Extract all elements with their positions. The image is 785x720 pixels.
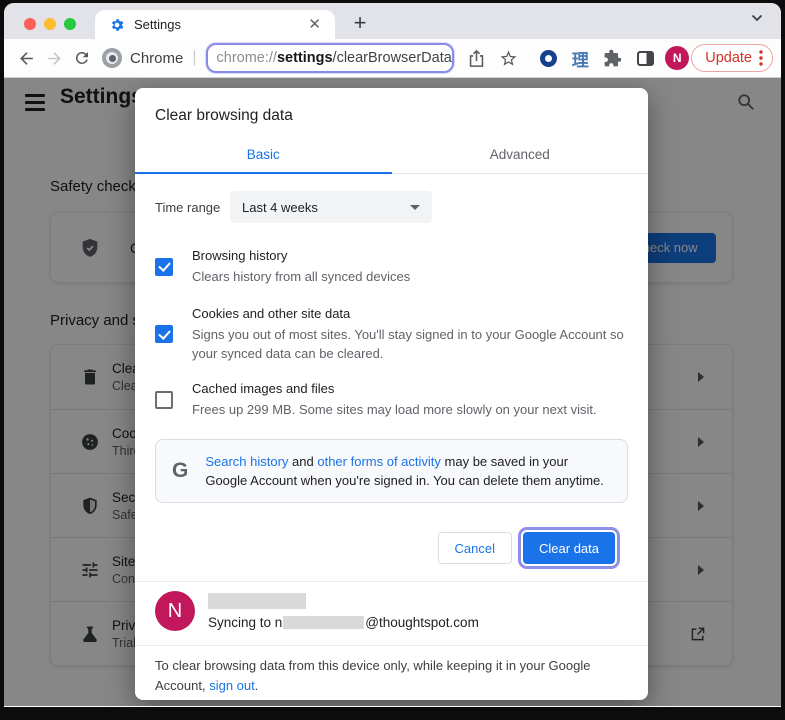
back-button[interactable] <box>12 44 40 72</box>
back-icon <box>17 49 36 68</box>
profile-avatar: N <box>665 46 689 70</box>
tab-title: Settings <box>134 17 304 32</box>
tab-strip: Settings ✕ + <box>4 3 781 39</box>
checkbox-description: Signs you out of most sites. You'll stay… <box>192 325 628 363</box>
tab-close-icon[interactable]: ✕ <box>304 15 325 34</box>
sync-suffix: @thoughtspot.com <box>365 615 479 630</box>
side-panel-button[interactable] <box>631 44 659 72</box>
extension-li-button[interactable]: 理 <box>566 44 594 72</box>
tab-advanced[interactable]: Advanced <box>392 138 649 173</box>
forward-button[interactable] <box>40 44 68 72</box>
cancel-button[interactable]: Cancel <box>438 532 512 564</box>
origin-chip: Chrome | <box>102 48 204 68</box>
star-icon <box>499 49 518 68</box>
tab-search-chevron-icon[interactable] <box>751 14 763 22</box>
row-cached-images: Cached images and files Frees up 299 MB.… <box>155 380 628 419</box>
address-bar[interactable]: chrome://settings/clearBrowserData <box>206 43 455 73</box>
row-cookies-data: Cookies and other site data Signs you ou… <box>155 305 628 363</box>
share-icon <box>468 49 485 68</box>
account-avatar: N <box>155 591 195 631</box>
page-content: Settings Safety check Chrome can check y… <box>4 78 781 706</box>
search-history-link[interactable]: Search history <box>205 454 288 469</box>
row-browsing-history: Browsing history Clears history from all… <box>155 247 628 286</box>
dialog-footer-text: To clear browsing data from this device … <box>135 646 648 696</box>
sign-out-link[interactable]: sign out <box>209 678 255 693</box>
tab-basic[interactable]: Basic <box>135 138 392 173</box>
close-window-button[interactable] <box>24 18 36 30</box>
chrome-logo-icon <box>102 48 122 68</box>
sync-prefix: Syncing to n <box>208 615 282 630</box>
zoom-window-button[interactable] <box>64 18 76 30</box>
time-range-select[interactable]: Last 4 weeks <box>230 191 432 223</box>
other-activity-link[interactable]: other forms of activity <box>317 454 441 469</box>
extensions-button[interactable] <box>598 44 626 72</box>
kebab-menu-icon <box>759 50 763 66</box>
new-tab-button[interactable]: + <box>346 9 374 37</box>
puzzle-icon <box>603 49 622 68</box>
time-range-value: Last 4 weeks <box>242 200 318 215</box>
toolbar: Chrome | chrome://settings/clearBrowserD… <box>4 39 781 78</box>
tab-settings[interactable]: Settings ✕ <box>95 10 335 39</box>
url-host: settings <box>277 50 333 66</box>
li-character-extension-icon: 理 <box>572 46 589 71</box>
browsing-history-checkbox[interactable] <box>155 258 173 276</box>
origin-label: Chrome <box>130 50 183 67</box>
url-path: /clearBrowserData <box>333 50 452 66</box>
extension-ring-button[interactable] <box>534 44 562 72</box>
profile-button[interactable]: N <box>663 44 691 72</box>
checkbox-label: Browsing history <box>192 247 410 265</box>
google-account-notice: G Search history and other forms of acti… <box>155 439 628 503</box>
clear-data-button[interactable]: Clear data <box>523 532 615 564</box>
redacted-account-name <box>208 593 306 609</box>
dialog-title: Clear browsing data <box>135 88 648 125</box>
checkbox-description: Clears history from all synced devices <box>192 267 410 286</box>
dialog-tabs: Basic Advanced <box>135 138 648 174</box>
checkbox-label: Cookies and other site data <box>192 305 628 323</box>
chevron-down-icon <box>410 205 420 210</box>
side-panel-icon <box>637 51 654 66</box>
minimize-window-button[interactable] <box>44 18 56 30</box>
notice-text: Search history and other forms of activi… <box>205 452 611 490</box>
update-button[interactable]: Update <box>691 44 773 72</box>
ring-extension-icon <box>540 50 557 67</box>
checkbox-label: Cached images and files <box>192 380 597 398</box>
origin-separator: | <box>192 49 196 67</box>
browser-window: Settings ✕ + Chrome | chrome://settings/… <box>4 3 781 707</box>
bookmark-button[interactable] <box>494 44 522 72</box>
google-g-logo: G <box>172 459 188 483</box>
update-label: Update <box>705 50 752 66</box>
cookies-checkbox[interactable] <box>155 325 173 343</box>
share-button[interactable] <box>462 44 490 72</box>
forward-icon <box>45 49 64 68</box>
settings-gear-icon <box>109 17 125 33</box>
reload-icon <box>73 49 91 67</box>
sync-account-row: N Syncing to n @thoughtspot.com <box>135 582 648 639</box>
checkbox-description: Frees up 299 MB. Some sites may load mor… <box>192 400 597 419</box>
traffic-lights <box>24 18 76 30</box>
url-scheme: chrome:// <box>217 50 277 66</box>
cached-images-checkbox[interactable] <box>155 391 173 409</box>
redacted-email-part <box>283 616 364 629</box>
clear-browsing-data-dialog: Clear browsing data Basic Advanced Time … <box>135 88 648 700</box>
time-range-label: Time range <box>155 200 230 215</box>
reload-button[interactable] <box>68 44 96 72</box>
